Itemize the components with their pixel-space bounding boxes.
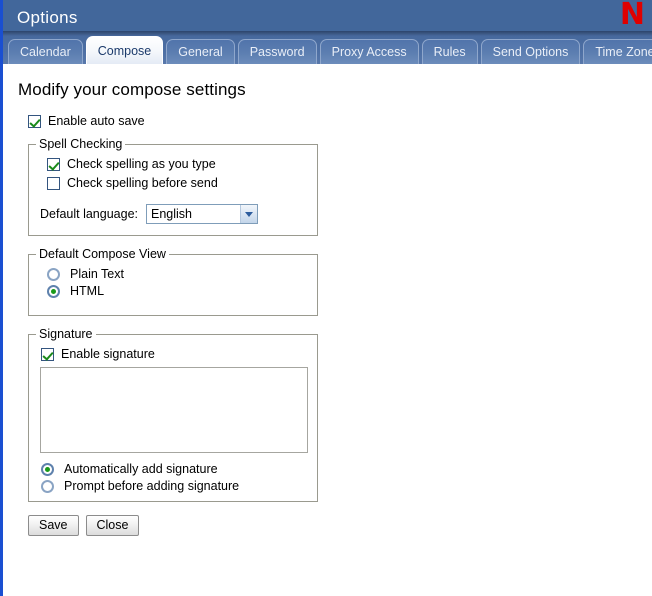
default-language-label: Default language: <box>40 207 138 221</box>
tab-label: Rules <box>434 45 466 59</box>
tab-calendar[interactable]: Calendar <box>8 39 83 64</box>
auto-save-label: Enable auto save <box>48 114 145 128</box>
tab-label: General <box>178 45 222 59</box>
check-before-send-checkbox[interactable] <box>47 177 60 190</box>
signature-group: Signature Enable signature Automatically… <box>28 334 318 502</box>
tab-label: Time Zone <box>595 45 652 59</box>
tab-send-options[interactable]: Send Options <box>481 39 581 64</box>
prompt-signature-label: Prompt before adding signature <box>64 479 239 493</box>
check-as-you-type-label: Check spelling as you type <box>67 157 216 171</box>
tab-label: Compose <box>98 44 152 58</box>
spell-checking-group: Spell Checking Check spelling as you typ… <box>28 144 318 236</box>
tab-label: Proxy Access <box>332 45 407 59</box>
auto-add-signature-label: Automatically add signature <box>64 462 218 476</box>
auto-save-row[interactable]: Enable auto save <box>28 114 652 128</box>
signature-textarea[interactable] <box>40 367 308 453</box>
html-label: HTML <box>70 284 104 298</box>
tab-label: Password <box>250 45 305 59</box>
auto-save-checkbox[interactable] <box>28 115 41 128</box>
check-before-send-row[interactable]: Check spelling before send <box>47 176 307 190</box>
enable-signature-checkbox[interactable] <box>41 348 54 361</box>
options-page: Options N Calendar Compose General Passw… <box>0 0 652 596</box>
page-title: Options <box>3 9 78 26</box>
tab-password[interactable]: Password <box>238 39 317 64</box>
save-button[interactable]: Save <box>28 515 79 536</box>
content-area: Modify your compose settings Enable auto… <box>0 64 652 536</box>
compose-view-option-plain-text[interactable]: Plain Text <box>47 267 307 281</box>
tab-rules[interactable]: Rules <box>422 39 478 64</box>
novell-logo-icon: N <box>620 0 645 32</box>
tab-label: Calendar <box>20 45 71 59</box>
prompt-signature-radio[interactable] <box>41 480 54 493</box>
default-language-value: English <box>151 208 192 221</box>
page-header: Options N <box>0 0 652 36</box>
signature-option-prompt[interactable]: Prompt before adding signature <box>41 479 307 493</box>
spell-checking-legend: Spell Checking <box>36 137 125 151</box>
auto-add-signature-radio[interactable] <box>41 463 54 476</box>
default-compose-view-group: Default Compose View Plain Text HTML <box>28 254 318 316</box>
default-language-select[interactable]: English <box>146 204 258 224</box>
tab-compose[interactable]: Compose <box>86 36 164 64</box>
default-language-row: Default language: English <box>40 204 307 224</box>
tab-general[interactable]: General <box>166 39 234 64</box>
tab-bar: Calendar Compose General Password Proxy … <box>0 36 652 64</box>
chevron-down-icon[interactable] <box>240 205 257 223</box>
tab-time-zone[interactable]: Time Zone <box>583 39 652 64</box>
plain-text-label: Plain Text <box>70 267 124 281</box>
close-button[interactable]: Close <box>86 515 140 536</box>
enable-signature-row[interactable]: Enable signature <box>41 347 307 361</box>
form-actions: Save Close <box>28 515 652 536</box>
default-compose-view-legend: Default Compose View <box>36 247 169 261</box>
signature-option-automatic[interactable]: Automatically add signature <box>41 462 307 476</box>
tab-proxy-access[interactable]: Proxy Access <box>320 39 419 64</box>
check-as-you-type-row[interactable]: Check spelling as you type <box>47 157 307 171</box>
tab-label: Send Options <box>493 45 569 59</box>
enable-signature-label: Enable signature <box>61 347 155 361</box>
signature-legend: Signature <box>36 327 96 341</box>
page-heading: Modify your compose settings <box>18 80 652 100</box>
check-as-you-type-checkbox[interactable] <box>47 158 60 171</box>
plain-text-radio[interactable] <box>47 268 60 281</box>
compose-view-option-html[interactable]: HTML <box>47 284 307 298</box>
check-before-send-label: Check spelling before send <box>67 176 218 190</box>
html-radio[interactable] <box>47 285 60 298</box>
